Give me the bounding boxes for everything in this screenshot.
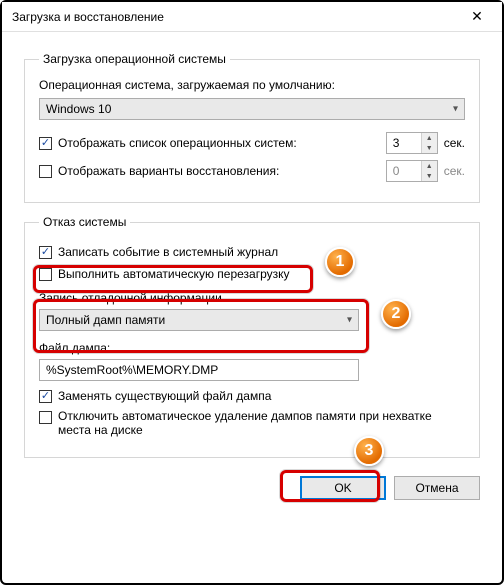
show-os-list-label: Отображать список операционных систем: bbox=[58, 136, 380, 150]
debug-info-select[interactable]: Полный дамп памяти ▾ bbox=[39, 309, 359, 331]
close-button[interactable]: ✕ bbox=[456, 3, 498, 31]
failure-group: Отказ системы ✓ Записать событие в систе… bbox=[24, 215, 480, 458]
ok-button[interactable]: OK bbox=[300, 476, 386, 500]
chevron-down-icon: ▾ bbox=[453, 104, 458, 115]
auto-restart-checkbox[interactable] bbox=[39, 268, 52, 281]
seconds-suffix-2: сек. bbox=[444, 164, 465, 178]
dump-file-label: Файл дампа: bbox=[39, 341, 465, 355]
debug-info-value: Полный дамп памяти bbox=[46, 313, 165, 327]
log-event-checkbox[interactable]: ✓ bbox=[39, 246, 52, 259]
show-recovery-checkbox[interactable] bbox=[39, 165, 52, 178]
startup-group: Загрузка операционной системы Операционн… bbox=[24, 52, 480, 203]
chevron-up-icon: ▲ bbox=[422, 133, 437, 143]
cancel-button[interactable]: Отмена bbox=[394, 476, 480, 500]
window-title: Загрузка и восстановление bbox=[12, 10, 456, 24]
chevron-up-icon: ▲ bbox=[422, 161, 437, 171]
button-bar: OK Отмена 3 bbox=[2, 474, 502, 514]
disable-autodelete-checkbox[interactable] bbox=[39, 411, 52, 424]
seconds-suffix-1: сек. bbox=[444, 136, 465, 150]
show-recovery-seconds[interactable]: 0 ▲▼ bbox=[386, 160, 438, 182]
default-os-label: Операционная система, загружаемая по умо… bbox=[39, 78, 465, 92]
dump-file-input[interactable]: %SystemRoot%\MEMORY.DMP bbox=[39, 359, 359, 381]
chevron-down-icon: ▼ bbox=[422, 171, 437, 181]
failure-legend: Отказ системы bbox=[39, 215, 130, 229]
default-os-select[interactable]: Windows 10 ▾ bbox=[39, 98, 465, 120]
log-event-label: Записать событие в системный журнал bbox=[58, 245, 278, 259]
debug-info-label: Запись отладочной информации bbox=[39, 291, 465, 305]
chevron-down-icon: ▾ bbox=[347, 315, 352, 326]
dialog-content: Загрузка операционной системы Операционн… bbox=[2, 32, 502, 474]
disable-autodelete-label: Отключить автоматическое удаление дампов… bbox=[58, 409, 465, 437]
chevron-down-icon: ▼ bbox=[422, 143, 437, 153]
startup-legend: Загрузка операционной системы bbox=[39, 52, 230, 66]
show-recovery-label: Отображать варианты восстановления: bbox=[58, 164, 380, 178]
show-os-list-checkbox[interactable]: ✓ bbox=[39, 137, 52, 150]
default-os-value: Windows 10 bbox=[46, 102, 111, 116]
auto-restart-label: Выполнить автоматическую перезагрузку bbox=[58, 267, 290, 281]
titlebar: Загрузка и восстановление ✕ bbox=[2, 2, 502, 32]
overwrite-label: Заменять существующий файл дампа bbox=[58, 389, 271, 403]
overwrite-checkbox[interactable]: ✓ bbox=[39, 390, 52, 403]
show-os-list-seconds[interactable]: 3 ▲▼ bbox=[386, 132, 438, 154]
